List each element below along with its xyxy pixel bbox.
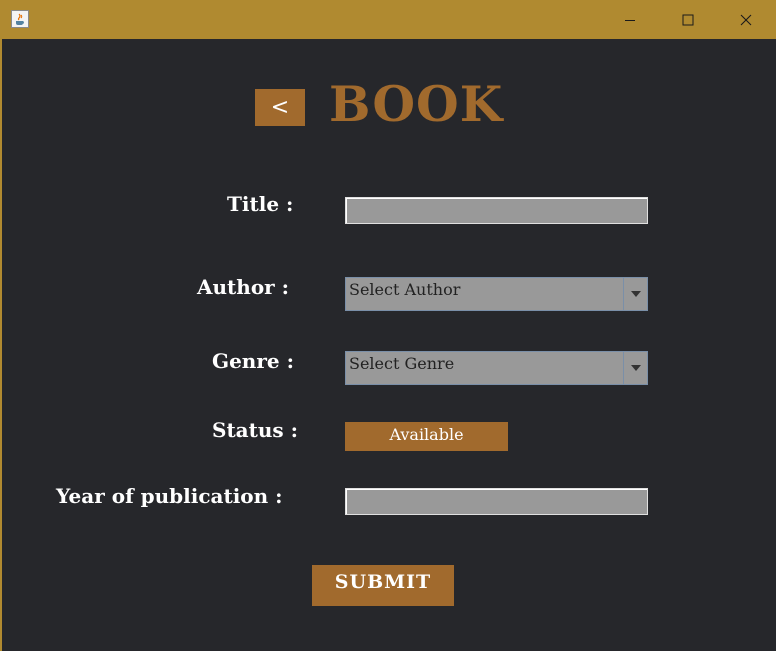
author-selected-value: Select Author: [349, 280, 461, 299]
minimize-button[interactable]: [601, 1, 659, 39]
author-label: Author :: [197, 275, 290, 299]
close-icon: [740, 14, 752, 26]
content-panel: < BOOK Title : Author : Select Author Ge…: [2, 39, 776, 651]
chevron-down-icon[interactable]: [623, 278, 647, 310]
title-bar[interactable]: [1, 1, 776, 39]
java-icon[interactable]: [11, 10, 29, 28]
title-label: Title :: [227, 192, 294, 216]
app-window: < BOOK Title : Author : Select Author Ge…: [0, 0, 776, 651]
year-field[interactable]: [345, 488, 648, 515]
chevron-down-icon[interactable]: [623, 352, 647, 384]
genre-selected-value: Select Genre: [349, 354, 455, 373]
genre-label: Genre :: [212, 349, 294, 373]
close-button[interactable]: [717, 1, 775, 39]
author-dropdown[interactable]: Select Author: [345, 277, 648, 311]
page-title: BOOK: [329, 75, 504, 133]
genre-dropdown[interactable]: Select Genre: [345, 351, 648, 385]
maximize-button[interactable]: [659, 1, 717, 39]
submit-button[interactable]: SUBMIT: [312, 565, 454, 606]
back-button[interactable]: <: [255, 89, 305, 126]
status-badge: Available: [345, 422, 508, 451]
title-field[interactable]: [345, 197, 648, 224]
maximize-icon: [682, 14, 694, 26]
status-label: Status :: [212, 418, 299, 442]
year-label: Year of publication :: [56, 484, 283, 508]
minimize-icon: [625, 20, 635, 21]
